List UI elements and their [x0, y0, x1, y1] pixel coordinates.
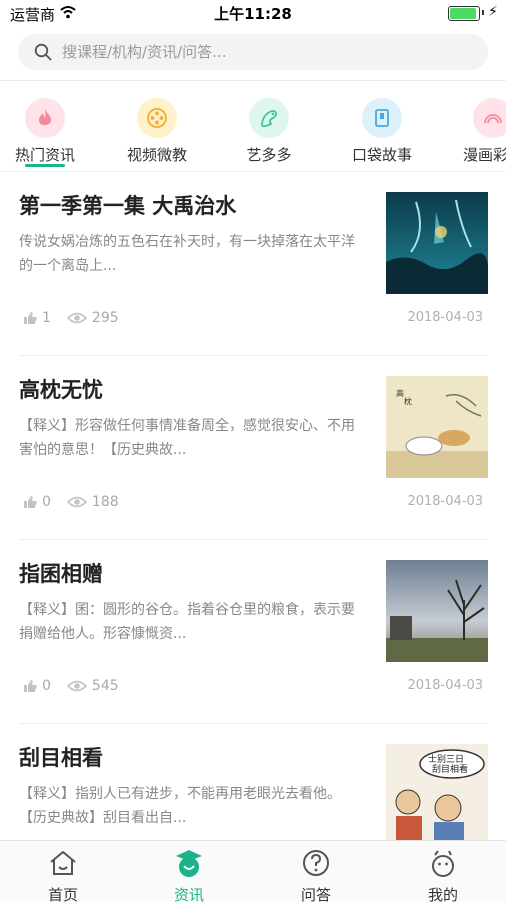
clock-time: 上午11:28	[214, 5, 292, 23]
eye-icon	[66, 496, 87, 508]
thumbs-up-icon[interactable]	[23, 679, 37, 693]
category-label: 口袋故事	[351, 146, 412, 164]
search-icon	[34, 43, 52, 61]
tab-label: 我的	[427, 886, 458, 904]
svg-text:士别三日: 士别三日	[428, 753, 464, 765]
book-icon	[362, 98, 402, 138]
article-description: 传说女娲冶炼的五色石在补天时，有一块掉落在太平洋的一个离岛上...	[19, 234, 355, 274]
article-description: 【释义】囷：圆形的谷仓。指着谷仓里的粮食，表示要捐赠给他人。形容慷慨资...	[19, 602, 355, 642]
article-item[interactable]: 第一季第一集 大禹治水 传说女娲冶炼的五色石在补天时，有一块掉落在太平洋的一个离…	[0, 172, 506, 356]
article-description: 【释义】形容做任何事情准备周全，感觉很安心、不用害怕的意思！【历史典故...	[19, 418, 355, 458]
article-thumbnail[interactable]	[386, 192, 488, 294]
category-comics[interactable]: 漫画彩虹	[438, 98, 506, 165]
article-item[interactable]: 指囷相赠 【释义】囷：圆形的谷仓。指着谷仓里的粮食，表示要捐赠给他人。形容慷慨资…	[0, 540, 506, 724]
article-date: 2018-04-03	[407, 678, 483, 693]
view-count: 295	[91, 310, 119, 326]
question-icon	[303, 850, 329, 876]
category-video[interactable]: 视频微教	[102, 98, 212, 165]
palette-icon	[249, 98, 289, 138]
article-thumbnail[interactable]	[386, 560, 488, 662]
category-arts[interactable]: 艺多多	[214, 98, 324, 165]
film-reel-icon	[137, 98, 177, 138]
article-title: 刮目相看	[19, 746, 103, 770]
header-divider	[0, 80, 506, 81]
battery-cap	[482, 10, 484, 15]
tab-label: 问答	[300, 886, 331, 904]
search-input[interactable]	[62, 34, 472, 70]
charging-icon: ⚡	[488, 4, 498, 20]
article-stats: 0 188	[23, 494, 119, 510]
search-bar[interactable]	[18, 34, 488, 70]
view-count: 545	[91, 678, 119, 694]
article-date: 2018-04-03	[407, 310, 483, 325]
category-label: 视频微教	[126, 146, 187, 164]
tab-qa[interactable]: 问答	[253, 847, 379, 905]
tab-home[interactable]: 首页	[0, 847, 126, 905]
category-label: 热门资讯	[14, 146, 75, 164]
category-hot-news[interactable]: 热门资讯	[0, 98, 100, 165]
article-date: 2018-04-03	[407, 494, 483, 509]
active-category-indicator	[25, 164, 65, 167]
bottom-tab-bar: 首页 资讯 问答 我的	[0, 840, 506, 904]
eye-icon	[66, 312, 87, 324]
like-count: 1	[42, 310, 51, 326]
tab-news[interactable]: 资讯	[126, 847, 252, 905]
flame-icon	[25, 98, 65, 138]
article-title: 高枕无忧	[19, 378, 103, 402]
news-icon	[176, 850, 202, 877]
tab-label: 首页	[47, 886, 78, 904]
article-stats: 1 295	[23, 310, 119, 326]
article-feed[interactable]: 第一季第一集 大禹治水 传说女娲冶炼的五色石在补天时，有一块掉落在太平洋的一个离…	[0, 172, 506, 840]
view-count: 188	[91, 494, 119, 510]
svg-text:枕: 枕	[404, 396, 412, 406]
thumbs-up-icon[interactable]	[23, 495, 37, 509]
eye-icon	[66, 680, 87, 692]
home-icon	[50, 851, 76, 875]
tab-label: 资讯	[173, 886, 204, 904]
status-bar: 运营商 上午11:28 ⚡	[0, 0, 506, 26]
svg-text:刮目相看: 刮目相看	[432, 763, 468, 775]
tab-profile[interactable]: 我的	[380, 847, 506, 905]
article-stats: 0 545	[23, 678, 119, 694]
category-scroller[interactable]: 热门资讯 视频微教 艺多多 口袋故事 漫画彩虹	[0, 84, 506, 170]
article-title: 第一季第一集 大禹治水	[19, 194, 237, 218]
profile-icon	[432, 850, 454, 877]
category-pocket-stories[interactable]: 口袋故事	[327, 98, 437, 165]
article-title: 指囷相赠	[19, 562, 103, 586]
battery-icon	[448, 6, 480, 21]
like-count: 0	[42, 494, 51, 510]
article-thumbnail[interactable]: 士别三日 刮目相看	[386, 744, 488, 840]
thumbs-up-icon[interactable]	[23, 311, 37, 325]
article-item[interactable]: 高枕无忧 【释义】形容做任何事情准备周全，感觉很安心、不用害怕的意思！【历史典故…	[0, 356, 506, 540]
category-label: 漫画彩虹	[462, 146, 506, 164]
article-item[interactable]: 刮目相看 【释义】指别人已有进步，不能再用老眼光去看他。【历史典故】刮目看出自.…	[0, 724, 506, 840]
article-description: 【释义】指别人已有进步，不能再用老眼光去看他。【历史典故】刮目看出自...	[19, 786, 341, 826]
category-label: 艺多多	[246, 146, 292, 164]
rainbow-icon	[473, 98, 506, 138]
article-thumbnail[interactable]: 高 枕	[386, 376, 488, 478]
like-count: 0	[42, 678, 51, 694]
svg-text:高: 高	[396, 388, 404, 398]
